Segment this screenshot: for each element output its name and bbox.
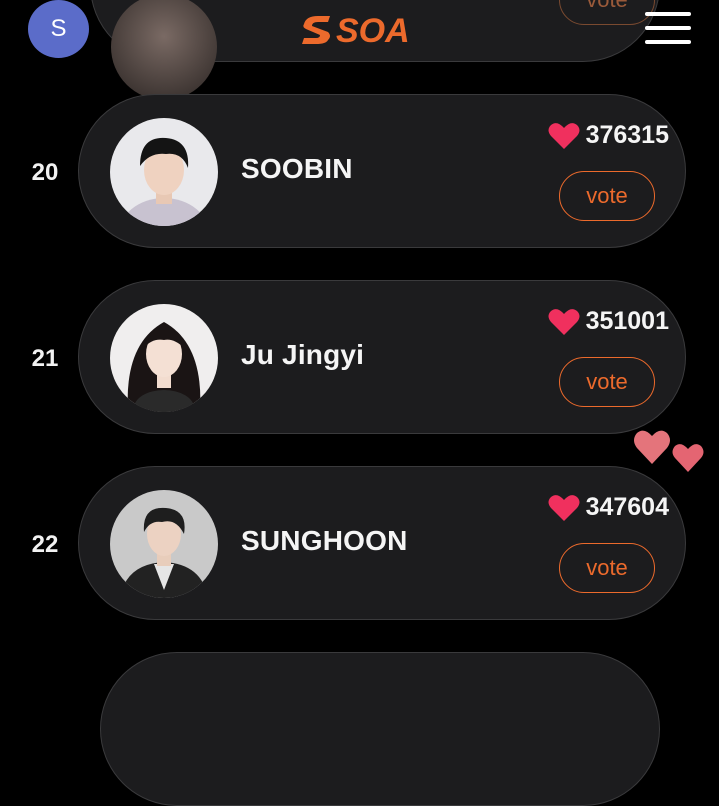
floating-hearts-icon	[632, 424, 708, 479]
rank-number: 21	[31, 345, 59, 372]
heart-count-value: 376315	[585, 121, 669, 149]
avatar	[110, 304, 218, 412]
ranking-card-partial	[100, 652, 660, 806]
artist-name: SOOBIN	[241, 153, 353, 184]
user-initial: S	[50, 15, 67, 42]
artist-name: Ju Jingyi	[241, 339, 365, 370]
heart-count: 351001	[548, 307, 669, 336]
svg-text:SOA: SOA	[336, 12, 410, 48]
heart-icon	[548, 494, 580, 521]
artist-name: SUNGHOON	[241, 525, 408, 556]
heart-count-value: 351001	[585, 307, 669, 335]
ranking-card: SOOBIN 376315 vote	[78, 94, 686, 248]
avatar	[110, 118, 218, 226]
rank-number: 22	[31, 531, 59, 558]
heart-count: 347604	[548, 493, 669, 522]
vote-button[interactable]: vote	[559, 357, 655, 407]
ranking-card: SUNGHOON 347604 vote	[78, 466, 686, 620]
heart-icon	[548, 308, 580, 335]
app-header: S SOA	[0, 0, 719, 60]
logo-icon: SOA	[302, 12, 410, 50]
avatar	[110, 490, 218, 598]
user-avatar[interactable]: S	[28, 0, 89, 58]
rank-number: 20	[31, 159, 59, 186]
soa-logo[interactable]: SOA	[298, 10, 424, 53]
vote-button[interactable]: vote	[559, 543, 655, 593]
ranking-card: Ju Jingyi 351001 vote	[78, 280, 686, 434]
heart-icon	[548, 122, 580, 149]
heart-count: 376315	[548, 121, 669, 150]
heart-count-value: 347604	[585, 493, 669, 521]
vote-button[interactable]: vote	[559, 171, 655, 221]
hamburger-menu-icon[interactable]	[645, 12, 691, 51]
